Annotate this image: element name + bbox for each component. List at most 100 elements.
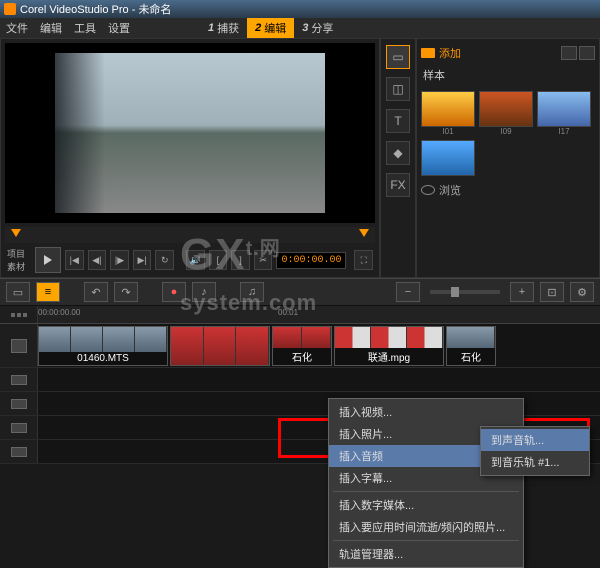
eye-icon — [421, 185, 435, 195]
clip-label: 联通.mpg — [335, 348, 443, 365]
cm-track-manager[interactable]: 轨道管理器... — [329, 543, 523, 565]
library-thumbnail[interactable]: I09 — [479, 91, 533, 136]
zoom-slider[interactable] — [430, 290, 500, 294]
filter-icon[interactable]: FX — [386, 173, 410, 197]
split-button[interactable]: ✂ — [254, 250, 273, 270]
mode-project-label[interactable]: 项目 — [7, 247, 31, 260]
step-share[interactable]: 3分享 — [294, 18, 341, 38]
track-options-button[interactable] — [0, 306, 38, 323]
titlebar: Corel VideoStudio Pro - 未命名 — [0, 0, 600, 18]
preview-viewport[interactable] — [5, 43, 375, 223]
record-button[interactable]: ● — [162, 282, 186, 302]
zoom-out-button[interactable]: − — [396, 282, 420, 302]
fit-button[interactable]: ⊡ — [540, 282, 564, 302]
library-thumbnails: I01I09I17 — [421, 91, 595, 176]
redo-button[interactable]: ↷ — [114, 282, 138, 302]
mark-in-button[interactable]: [ — [209, 250, 228, 270]
video-track-head[interactable] — [0, 324, 38, 367]
media-type-strip: ▭ ◫ T ◆ FX — [380, 38, 416, 278]
media-icon[interactable]: ▭ — [386, 45, 410, 69]
sm-to-music-track[interactable]: 到音乐轨 #1... — [481, 451, 589, 473]
menu-edit[interactable]: 编辑 — [40, 20, 62, 36]
library-browse-button[interactable]: 浏览 — [421, 182, 595, 198]
cm-insert-timelapse[interactable]: 插入要应用时间流逝/频闪的照片... — [329, 516, 523, 538]
zoom-in-button[interactable]: + — [510, 282, 534, 302]
overlay-track-body[interactable] — [38, 368, 600, 391]
music-track-head[interactable] — [0, 440, 38, 463]
voice-track-icon — [11, 423, 27, 433]
storyboard-view-button[interactable]: ▭ — [6, 282, 30, 302]
undo-button[interactable]: ↶ — [84, 282, 108, 302]
video-track-body[interactable]: 01460.MTS 石化联通.mpg石化 — [38, 324, 600, 367]
go-end-button[interactable]: ▶| — [133, 250, 152, 270]
library-category-sample[interactable]: 样本 — [421, 63, 595, 87]
timeline-ruler[interactable]: 00:00:00.00 00:01 — [0, 306, 600, 324]
preview-frame — [55, 53, 325, 213]
trim-out-marker[interactable] — [359, 229, 369, 237]
overlay-track-head[interactable] — [0, 368, 38, 391]
timeline-clip[interactable]: 联通.mpg — [334, 326, 444, 366]
auto-music-button[interactable]: ♫ — [240, 282, 264, 302]
mixer-button[interactable]: ♪ — [192, 282, 216, 302]
preview-panel: 项目 素材 |◀ ◀| |▶ ▶| ↻ 🔊 [ ] ✂ 0:00:00.00 ⛶ — [0, 38, 380, 278]
scrub-bar[interactable] — [5, 227, 375, 243]
video-track-icon — [11, 339, 27, 353]
library-thumbnail[interactable]: I01 — [421, 91, 475, 136]
clip-label: 石化 — [273, 348, 331, 365]
prev-frame-button[interactable]: ◀| — [88, 250, 107, 270]
voice-track-head[interactable] — [0, 416, 38, 439]
ruler-tick: 00:00:00.00 — [38, 308, 80, 317]
title-icon[interactable]: T — [386, 109, 410, 133]
context-menu: 插入视频... 插入照片... 插入音频 ▶ 插入字幕... 插入数字媒体...… — [328, 398, 524, 568]
timeline-view-button[interactable]: ≡ — [36, 282, 60, 302]
sm-to-voice-track[interactable]: 到声音轨... — [481, 429, 589, 451]
go-start-button[interactable]: |◀ — [65, 250, 84, 270]
trim-in-marker[interactable] — [11, 229, 21, 237]
title-track-icon — [11, 399, 27, 409]
settings-button[interactable]: ⚙ — [570, 282, 594, 302]
library-thumbnail[interactable] — [421, 140, 475, 176]
mark-out-button[interactable]: ] — [231, 250, 250, 270]
folder-icon — [421, 48, 435, 58]
timeline-clip[interactable]: 01460.MTS — [38, 326, 168, 366]
library-panel: 添加 样本 I01I09I17 浏览 — [416, 38, 600, 278]
step-capture[interactable]: 1捕获 — [200, 18, 247, 38]
library-thumbnail[interactable]: I17 — [537, 91, 591, 136]
list-view-icon[interactable] — [561, 46, 577, 60]
library-add-button[interactable]: 添加 — [421, 45, 461, 61]
cm-separator-2 — [333, 540, 519, 541]
graphic-icon[interactable]: ◆ — [386, 141, 410, 165]
timeline-clip[interactable]: 石化 — [446, 326, 496, 366]
play-icon — [44, 255, 52, 265]
play-button[interactable] — [35, 247, 61, 273]
cm-insert-video[interactable]: 插入视频... — [329, 401, 523, 423]
mode-clip-label[interactable]: 素材 — [7, 260, 31, 273]
next-frame-button[interactable]: |▶ — [110, 250, 129, 270]
playback-controls: 项目 素材 |◀ ◀| |▶ ▶| ↻ 🔊 [ ] ✂ 0:00:00.00 ⛶ — [5, 243, 375, 277]
app-icon — [4, 3, 16, 15]
timecode-display[interactable]: 0:00:00.00 — [276, 252, 346, 269]
menu-settings[interactable]: 设置 — [108, 20, 130, 36]
grid-view-icon[interactable] — [579, 46, 595, 60]
audio-submenu: 到声音轨... 到音乐轨 #1... — [480, 426, 590, 476]
cm-insert-digital[interactable]: 插入数字媒体... — [329, 494, 523, 516]
title-track-head[interactable] — [0, 392, 38, 415]
step-edit[interactable]: 2编辑 — [247, 18, 294, 38]
add-label: 添加 — [439, 45, 461, 61]
overlay-track[interactable] — [0, 368, 600, 392]
repeat-button[interactable]: ↻ — [155, 250, 174, 270]
enlarge-button[interactable]: ⛶ — [354, 250, 373, 270]
menu-file[interactable]: 文件 — [6, 20, 28, 36]
timeline-clip[interactable]: 石化 — [272, 326, 332, 366]
menu-tools[interactable]: 工具 — [74, 20, 96, 36]
clip-label: 01460.MTS — [39, 352, 167, 365]
ruler-tick: 00:01 — [278, 308, 298, 317]
timeline-clip[interactable] — [170, 326, 270, 366]
system-volume-button[interactable]: 🔊 — [186, 250, 205, 270]
step-tabs: 1捕获 2编辑 3分享 — [200, 18, 341, 38]
music-track-icon — [11, 447, 27, 457]
video-track[interactable]: 01460.MTS 石化联通.mpg石化 — [0, 324, 600, 368]
timeline-toolbar: ▭ ≡ ↶ ↷ ● ♪ ♫ − + ⊡ ⚙ — [0, 278, 600, 306]
clip-label: 石化 — [447, 348, 495, 365]
transition-icon[interactable]: ◫ — [386, 77, 410, 101]
